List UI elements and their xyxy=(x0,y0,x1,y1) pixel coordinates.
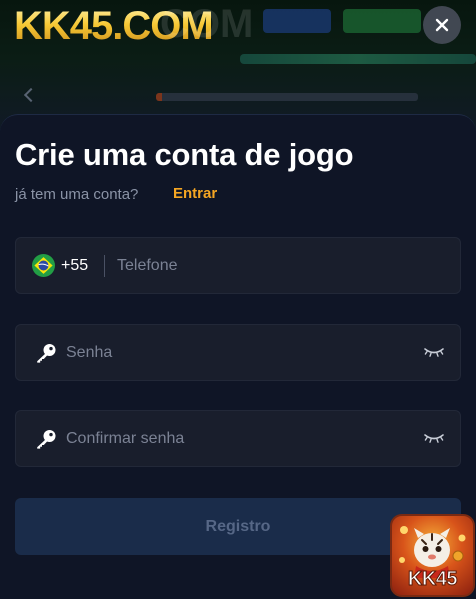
brazil-flag-icon xyxy=(32,254,55,277)
field-divider xyxy=(104,255,105,277)
page-title: Crie uma conta de jogo xyxy=(15,137,354,172)
background-register-button xyxy=(343,9,421,33)
login-link[interactable]: Entrar xyxy=(173,185,217,202)
background-marquee xyxy=(240,54,476,64)
background-notice-bar xyxy=(156,93,418,101)
site-logo-echo: COM xyxy=(160,2,254,46)
eye-closed-icon[interactable] xyxy=(424,433,444,445)
badge-label: KK45 xyxy=(407,568,458,591)
confirm-password-field xyxy=(15,410,461,467)
login-prompt: já tem uma conta? xyxy=(15,186,139,203)
password-input[interactable] xyxy=(66,325,406,380)
background-back-icon xyxy=(23,87,39,103)
password-field xyxy=(15,324,461,381)
confirm-password-input[interactable] xyxy=(66,411,406,466)
close-button[interactable] xyxy=(423,6,461,44)
country-code[interactable]: +55 xyxy=(61,257,88,275)
key-icon xyxy=(37,430,56,449)
phone-field: +55 xyxy=(15,237,461,294)
phone-input[interactable] xyxy=(117,238,447,293)
key-icon xyxy=(37,344,56,363)
game-promo-badge[interactable]: KK45 xyxy=(390,514,475,597)
background-login-button xyxy=(263,9,331,33)
eye-closed-icon[interactable] xyxy=(424,347,444,359)
close-icon xyxy=(435,18,449,32)
background-site-header: KK45.COM COM xyxy=(0,0,476,130)
